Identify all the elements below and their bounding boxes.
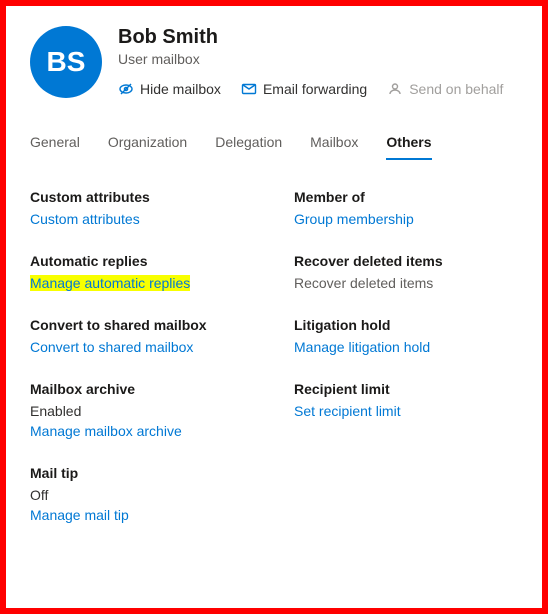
user-header: BS Bob Smith User mailbox Hide mailbox E… [30,26,518,98]
recover-deleted-text: Recover deleted items [294,275,433,291]
group-membership-link[interactable]: Group membership [294,211,414,227]
mail-tip-title: Mail tip [30,465,254,481]
recover-deleted-section: Recover deleted items Recover deleted it… [294,253,518,291]
tab-bar: General Organization Delegation Mailbox … [30,126,518,161]
tab-delegation[interactable]: Delegation [215,126,282,160]
header-actions: Hide mailbox Email forwarding Send on be… [118,81,518,97]
user-subtitle: User mailbox [118,51,518,67]
convert-shared-link[interactable]: Convert to shared mailbox [30,339,193,355]
custom-attributes-title: Custom attributes [30,189,254,205]
automatic-replies-section: Automatic replies Manage automatic repli… [30,253,254,291]
mailbox-archive-section: Mailbox archive Enabled Manage mailbox a… [30,381,254,439]
left-column: Custom attributes Custom attributes Auto… [30,189,254,549]
user-name: Bob Smith [118,26,518,49]
recipient-limit-title: Recipient limit [294,381,518,397]
litigation-hold-title: Litigation hold [294,317,518,333]
custom-attributes-section: Custom attributes Custom attributes [30,189,254,227]
custom-attributes-link[interactable]: Custom attributes [30,211,140,227]
send-on-behalf-action: Send on behalf [387,81,503,97]
tab-organization[interactable]: Organization [108,126,187,160]
member-of-section: Member of Group membership [294,189,518,227]
tab-others[interactable]: Others [386,126,431,160]
automatic-replies-title: Automatic replies [30,253,254,269]
hide-mailbox-action[interactable]: Hide mailbox [118,81,221,97]
send-on-behalf-label: Send on behalf [409,81,503,97]
mail-icon [241,81,257,97]
hide-mailbox-label: Hide mailbox [140,81,221,97]
mailbox-archive-title: Mailbox archive [30,381,254,397]
convert-shared-title: Convert to shared mailbox [30,317,254,333]
manage-mail-tip-link[interactable]: Manage mail tip [30,507,129,523]
mail-tip-value: Off [30,487,254,503]
email-forwarding-label: Email forwarding [263,81,367,97]
tab-mailbox[interactable]: Mailbox [310,126,358,160]
set-recipient-limit-link[interactable]: Set recipient limit [294,403,401,419]
right-column: Member of Group membership Recover delet… [294,189,518,549]
hide-icon [118,81,134,97]
person-icon [387,81,403,97]
litigation-hold-section: Litigation hold Manage litigation hold [294,317,518,355]
manage-mailbox-archive-link[interactable]: Manage mailbox archive [30,423,182,439]
mail-tip-section: Mail tip Off Manage mail tip [30,465,254,523]
manage-litigation-hold-link[interactable]: Manage litigation hold [294,339,430,355]
user-info: Bob Smith User mailbox Hide mailbox Emai… [118,26,518,98]
mailbox-archive-value: Enabled [30,403,254,419]
recipient-limit-section: Recipient limit Set recipient limit [294,381,518,419]
recover-deleted-title: Recover deleted items [294,253,518,269]
email-forwarding-action[interactable]: Email forwarding [241,81,367,97]
tab-general[interactable]: General [30,126,80,160]
convert-shared-section: Convert to shared mailbox Convert to sha… [30,317,254,355]
manage-automatic-replies-link[interactable]: Manage automatic replies [30,275,190,291]
avatar: BS [30,26,102,98]
content-columns: Custom attributes Custom attributes Auto… [30,189,518,549]
member-of-title: Member of [294,189,518,205]
